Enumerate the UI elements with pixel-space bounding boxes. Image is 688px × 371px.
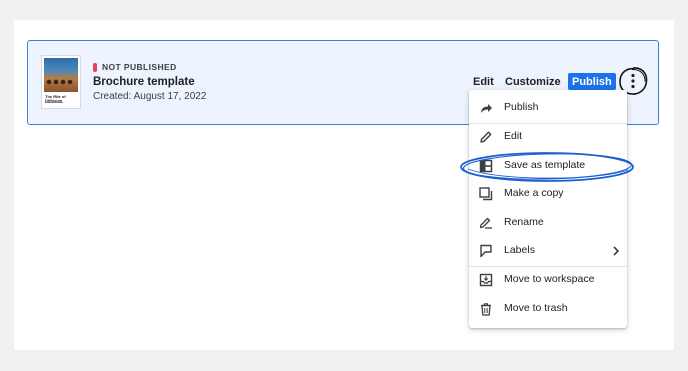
publish-button[interactable]: Publish (568, 73, 616, 90)
copy-icon (479, 187, 493, 201)
menu-item-label: Move to trash (504, 302, 568, 314)
menu-item-make-a-copy[interactable]: Make a copy (469, 181, 627, 207)
menu-item-edit[interactable]: Edit (469, 124, 627, 150)
status-badge: NOT PUBLISHED (93, 62, 177, 72)
share-arrow-icon (481, 104, 492, 113)
label-icon (480, 244, 492, 258)
menu-item-move-to-trash[interactable]: Move to trash (469, 296, 627, 322)
menu-item-label: Labels (504, 244, 535, 256)
menu-item-labels[interactable]: Labels (469, 238, 627, 264)
edit-button[interactable]: Edit (473, 76, 494, 88)
status-dot-icon (93, 62, 97, 72)
pencil-icon (480, 131, 492, 143)
annotation-ellipse (460, 152, 634, 182)
menu-item-label: Make a copy (504, 187, 564, 199)
menu-item-rename[interactable]: Rename (469, 210, 627, 236)
colosseum-image (46, 74, 76, 88)
menu-item-publish[interactable]: Publish (469, 95, 627, 121)
menu-item-label: Publish (504, 101, 539, 113)
menu-item-label: Move to workspace (504, 273, 595, 285)
created-date: Created: August 17, 2022 (93, 91, 207, 102)
options-menu: Publish Edit Save as template Make a cop… (469, 90, 627, 328)
site-title: Brochure template (93, 76, 195, 88)
thumbnail-text-line (45, 102, 63, 103)
trash-icon (481, 303, 491, 316)
status-text: NOT PUBLISHED (102, 62, 177, 72)
menu-item-move-to-workspace[interactable]: Move to workspace (469, 267, 627, 293)
customize-button[interactable]: Customize (505, 76, 561, 88)
chevron-right-icon (613, 246, 620, 256)
move-to-inbox-icon (479, 273, 493, 287)
site-thumbnail[interactable]: The Rite of Diffusion (42, 56, 80, 108)
rename-icon (479, 217, 492, 229)
menu-item-label: Rename (504, 216, 544, 228)
menu-item-label: Edit (504, 130, 523, 142)
